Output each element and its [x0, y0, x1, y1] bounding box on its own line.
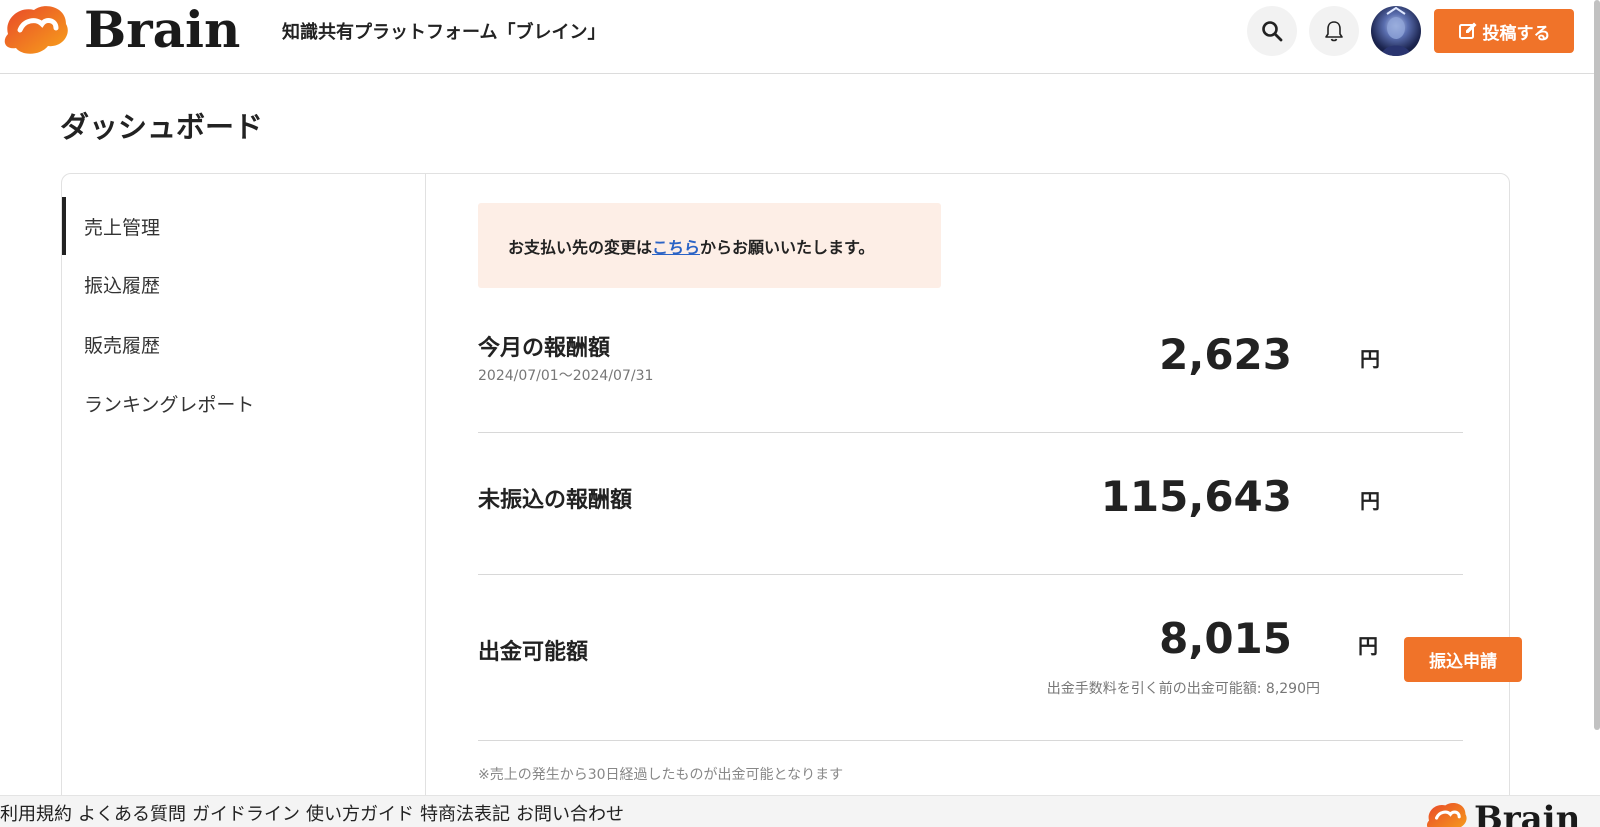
pencil-icon: [1458, 21, 1478, 41]
divider: [478, 740, 1463, 741]
brain-logo-text: Brain: [84, 0, 241, 59]
page-scrollbar[interactable]: [1594, 0, 1600, 730]
sidebar-item-ranking-report[interactable]: ランキングレポート: [62, 374, 426, 432]
footer-link-terms[interactable]: 利用規約: [0, 800, 72, 826]
sidebar-item-label: ランキングレポート: [84, 393, 255, 416]
divider: [478, 574, 1463, 575]
notice-suffix: からお願いいたします。: [700, 237, 875, 257]
transfer-request-button[interactable]: 振込申請: [1404, 637, 1522, 682]
post-button-label: 投稿する: [1482, 23, 1551, 44]
withdrawable-label: 出金可能額: [478, 640, 589, 665]
avatar-image: [1381, 6, 1411, 56]
sidebar-item-label: 振込履歴: [84, 274, 161, 297]
footer-link-guidelines[interactable]: ガイドライン: [192, 800, 300, 826]
notice-link[interactable]: こちら: [652, 234, 700, 258]
monthly-earnings-unit: 円: [1360, 347, 1380, 371]
footer-links: 利用規約 よくある質問 ガイドライン 使い方ガイド 特商法表記 お問い合わせ: [0, 800, 624, 826]
untransferred-amount: 115,643: [1100, 472, 1292, 521]
withdraw-note: ※売上の発生から30日経過したものが出金可能となります: [478, 767, 844, 783]
sidebar-item-label: 販売履歴: [84, 334, 161, 357]
dashboard-card: 売上管理 振込履歴 販売履歴 ランキングレポート お支払い先の変更は こちら からお…: [61, 173, 1522, 827]
monthly-earnings-label: 今月の報酬額: [478, 336, 611, 361]
payment-notice: お支払い先の変更は こちら からお願いいたします。: [478, 203, 941, 288]
bell-icon: [1325, 21, 1343, 42]
withdrawable-unit: 円: [1358, 634, 1378, 658]
footer-logo-text: Brain: [1474, 799, 1581, 827]
brain-logo[interactable]: Brain: [0, 4, 240, 56]
untransferred-unit: 円: [1360, 489, 1380, 513]
notifications-button[interactable]: [1309, 6, 1359, 56]
sidebar-item-transfer-history[interactable]: 振込履歴: [62, 255, 426, 313]
search-icon: [1262, 21, 1283, 42]
site-tagline: 知識共有プラットフォーム「ブレイン」: [282, 22, 606, 43]
divider: [478, 432, 1463, 433]
footer-link-contact[interactable]: お問い合わせ: [516, 800, 624, 826]
main-content: お支払い先の変更は こちら からお願いいたします。 今月の報酬額 2024/07/0…: [426, 174, 1522, 827]
notice-prefix: お支払い先の変更は: [508, 237, 653, 257]
transfer-request-label: 振込申請: [1429, 652, 1497, 672]
withdrawable-amount: 8,015: [1159, 614, 1292, 663]
sidebar-item-sales[interactable]: 売上管理: [62, 197, 426, 255]
monthly-earnings-amount: 2,623: [1159, 330, 1292, 379]
sidebar: 売上管理 振込履歴 販売履歴 ランキングレポート: [62, 174, 426, 827]
post-button[interactable]: 投稿する: [1434, 9, 1574, 53]
untransferred-label: 未振込の報酬額: [478, 488, 633, 513]
withdrawable-fee-note: 出金手数料を引く前の出金可能額: 8,290円: [1046, 681, 1320, 697]
header: Brain 知識共有プラットフォーム「ブレイン」 投稿する: [0, 0, 1600, 74]
footer-link-commerce-law[interactable]: 特商法表記: [420, 800, 510, 826]
monthly-earnings-period: 2024/07/01～2024/07/31: [478, 368, 654, 384]
sidebar-item-sales-history[interactable]: 販売履歴: [62, 315, 426, 373]
sidebar-item-label: 売上管理: [84, 216, 161, 239]
brain-logo-mark-icon: [1426, 803, 1467, 827]
page-title: ダッシュボード: [60, 110, 264, 144]
footer-brain-logo[interactable]: Brain: [1424, 798, 1580, 827]
footer-link-faq[interactable]: よくある質問: [78, 800, 186, 826]
search-button[interactable]: [1247, 6, 1297, 56]
footer: 利用規約 よくある質問 ガイドライン 使い方ガイド 特商法表記 お問い合わせ B…: [0, 795, 1600, 827]
footer-link-usage-guide[interactable]: 使い方ガイド: [306, 800, 414, 826]
user-avatar[interactable]: [1371, 6, 1421, 56]
brain-logo-mark-icon: [4, 6, 68, 54]
